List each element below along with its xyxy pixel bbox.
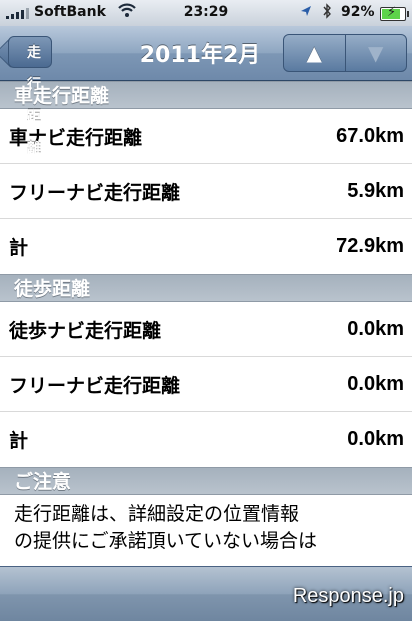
bottom-toolbar: Response.jp (0, 566, 412, 621)
previous-month-button[interactable]: ▲ (284, 35, 345, 71)
row-value: 0.0km (347, 428, 404, 450)
row-label: フリーナビ走行距離 (9, 181, 181, 204)
row-value: 0.0km (347, 317, 404, 340)
note-text: 走行距離は、詳細設定の位置情報 の提供にご承諾頂いていない場合は (0, 495, 412, 555)
watermark: Response.jp (292, 585, 404, 607)
row-value: 0.0km (347, 372, 404, 395)
battery-percent: 92% (341, 4, 375, 20)
table-row: 徒歩ナビ走行距離 0.0km (0, 302, 412, 357)
navigation-bar: 走行距離 2011年2月 ▲ ▼ (0, 26, 412, 157)
table-row: フリーナビ走行距離 0.0km (0, 357, 412, 412)
row-label: フリーナビ走行距離 (9, 374, 181, 397)
location-icon (300, 4, 312, 21)
table-row-total: 計 72.9km (0, 219, 412, 274)
next-month-button[interactable]: ▼ (344, 35, 407, 71)
table-row: フリーナビ走行距離 5.9km (0, 164, 412, 219)
note-line: 走行距離は、詳細設定の位置情報 (14, 503, 300, 525)
row-value: 5.9km (347, 179, 404, 202)
table-row-total: 計 0.0km (0, 412, 412, 467)
row-label: 計 (9, 430, 29, 452)
row-label: 計 (9, 237, 29, 259)
back-button[interactable]: 走行距離 (8, 36, 52, 157)
month-segmented-control: ▲ ▼ (283, 34, 407, 72)
battery-charging-icon: ⚡ (380, 5, 409, 21)
page-title: 2011年2月 (139, 43, 261, 68)
table-row: 車ナビ走行距離 67.0km (0, 109, 412, 164)
section-header-car: 車走行距離 (0, 81, 412, 109)
row-value: 67.0km (336, 124, 404, 147)
row-label: 徒歩ナビ走行距離 (9, 319, 162, 342)
row-value: 72.9km (336, 235, 404, 257)
section-header-note: ご注意 (0, 467, 412, 495)
distance-table: 車走行距離 車ナビ走行距離 67.0km フリーナビ走行距離 5.9km 計 7… (0, 81, 412, 555)
status-bar: SoftBank 23:29 92% ⚡ (0, 0, 412, 26)
bluetooth-icon (322, 3, 332, 23)
section-header-walk: 徒歩距離 (0, 274, 412, 302)
note-line: の提供にご承諾頂いていない場合は (14, 530, 318, 552)
